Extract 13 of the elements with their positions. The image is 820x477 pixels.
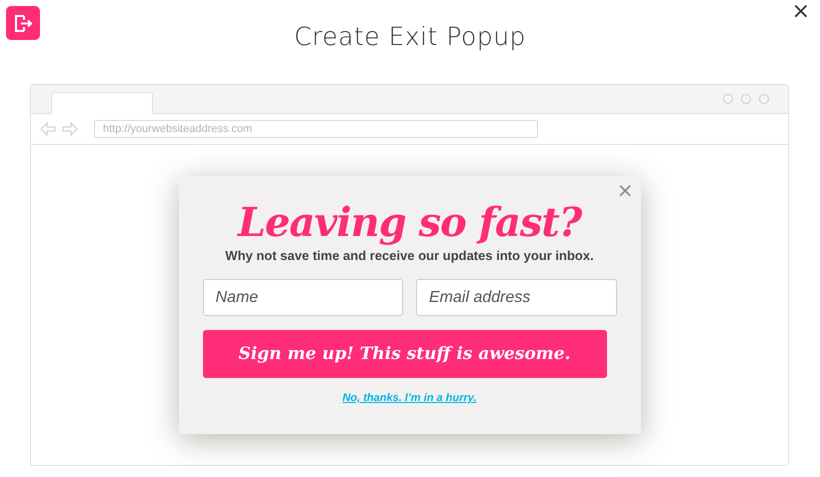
exit-icon [6, 6, 40, 40]
back-arrow-icon[interactable] [40, 122, 56, 136]
address-bar[interactable]: http://yourwebsiteaddress.com [94, 120, 538, 138]
signup-button[interactable]: Sign me up! This stuff is awesome. [202, 330, 606, 378]
popup-headline: Leaving so fast? [238, 200, 582, 246]
forward-arrow-icon[interactable] [62, 122, 78, 136]
input-field[interactable]: Email address [416, 279, 616, 316]
dialog-title: Create Exit Popup [294, 22, 526, 51]
input-field[interactable]: Name [202, 279, 403, 316]
decline-link[interactable]: No, thanks. I’m in a hurry. [342, 392, 477, 404]
close-button[interactable]: × [790, 0, 812, 24]
popup-subtitle: Why not save time and receive our updates into your inbox. [225, 248, 594, 263]
close-button[interactable]: × [616, 178, 634, 202]
